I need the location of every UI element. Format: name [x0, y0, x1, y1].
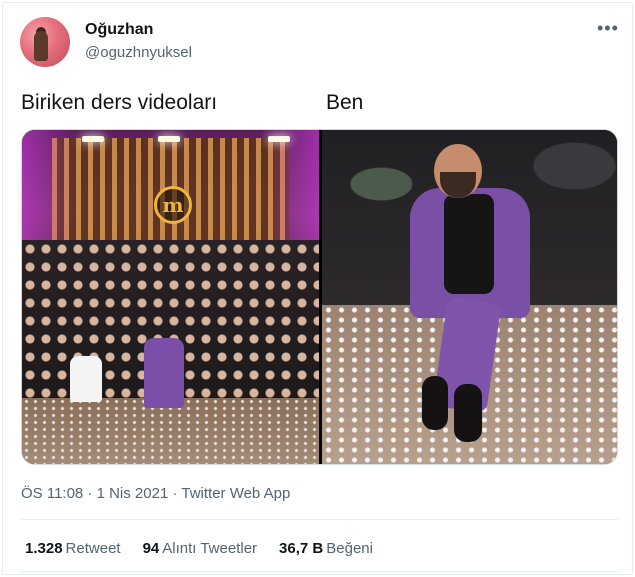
stat-count: 36,7 B	[279, 540, 324, 557]
ceiling-light	[82, 136, 104, 142]
black-shirt	[444, 194, 494, 294]
stat-label: Retweet	[65, 540, 121, 557]
author-name[interactable]: Oğuzhan	[85, 21, 153, 39]
divider	[21, 519, 618, 520]
tweet-text-right: Ben	[326, 91, 364, 114]
like-count[interactable]: 36,7 B Beğeni	[279, 540, 373, 557]
media-photo-group[interactable]: m	[22, 130, 319, 464]
stat-label: Beğeni	[326, 540, 373, 557]
quote-tweet-count[interactable]: 94 Alıntı Tweetler	[143, 540, 257, 557]
stat-count: 94	[142, 540, 160, 557]
tweet-timestamp[interactable]: ÖS 11:08 · 1 Nis 2021 · Twitter Web App	[21, 485, 290, 502]
confetti-floor	[22, 398, 319, 464]
avatar-figure-body	[34, 31, 48, 61]
tweet-card: Oğuzhan @oguzhnyuksel ••• Biriken ders v…	[2, 2, 633, 575]
show-logo: m	[154, 186, 192, 224]
black-shoe	[422, 376, 448, 430]
author-handle[interactable]: @oguzhnyuksel	[85, 44, 192, 61]
stat-count: 1.328	[25, 540, 63, 557]
stat-label: Alıntı Tweetler	[162, 540, 258, 557]
media-photo-closeup[interactable]	[322, 130, 617, 464]
ceiling-light	[268, 136, 290, 142]
person-white-shirt	[70, 356, 102, 402]
person-purple-suit	[144, 338, 184, 408]
retweet-count[interactable]: 1.328 Retweet	[25, 540, 121, 557]
divider	[21, 571, 618, 572]
media-grid: m	[21, 129, 618, 465]
avatar[interactable]	[20, 17, 70, 67]
ceiling-light	[158, 136, 180, 142]
black-shoe	[454, 384, 482, 442]
tweet-text-left: Biriken ders videoları	[21, 91, 218, 114]
engagement-stats: 1.328 Retweet 94 Alıntı Tweetler 36,7 B Beğ…	[25, 540, 395, 557]
more-options-icon[interactable]: •••	[597, 18, 619, 39]
